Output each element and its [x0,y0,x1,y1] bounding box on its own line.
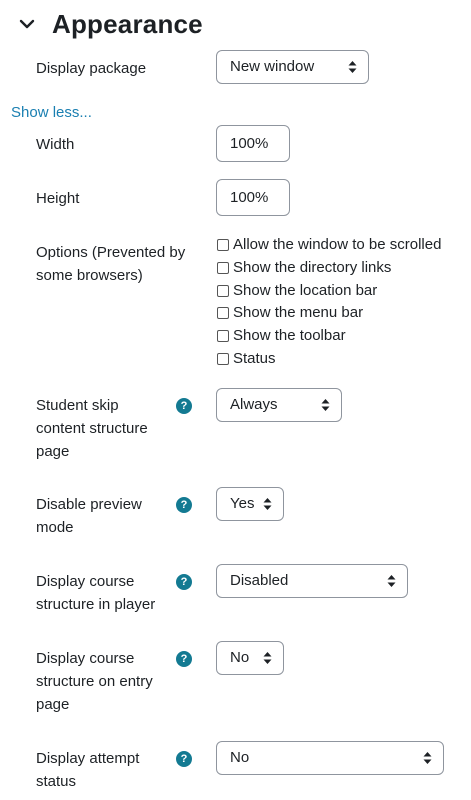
chevron-down-icon[interactable] [18,15,36,33]
course-structure-entry-label-line: Display course [36,650,135,667]
checkbox-label: Show the toolbar [233,327,346,344]
select-caret-icon [321,399,330,411]
select-caret-icon [263,652,272,664]
height-label: Height [36,190,80,207]
course-structure-entry-label: Display course structure on entry page [36,647,153,716]
skip-content-value: Always [230,396,278,413]
select-caret-icon [423,752,432,764]
checkbox-menu-bar[interactable]: Show the menu bar [217,302,363,324]
attempt-status-label-line: Display attempt [36,750,140,767]
course-structure-player-label-line: structure in player [36,596,156,613]
help-icon[interactable]: ? [176,574,192,590]
disable-preview-value: Yes [230,495,255,512]
select-caret-icon [348,61,357,73]
checkbox-box[interactable] [217,285,229,297]
checkbox-label: Show the location bar [233,282,378,299]
course-structure-entry-label-line: page [36,696,70,713]
checkbox-box[interactable] [217,262,229,274]
section-title: Appearance [52,8,203,39]
course-structure-player-label: Display course structure in player [36,570,155,616]
skip-content-label: Student skip content structure page [36,394,148,463]
width-input[interactable]: 100% [216,125,290,162]
show-less-link[interactable]: Show less... [11,104,92,121]
skip-content-label-line: content structure [36,420,148,437]
course-structure-entry-label-line: structure on entry [36,673,153,690]
options-label: Options (Prevented by some browsers) [36,241,185,287]
select-caret-icon [263,498,272,510]
attempt-status-select[interactable]: No [216,741,444,775]
course-structure-player-value: Disabled [230,572,289,589]
settings-page: Appearance Display package New window Sh… [0,0,471,800]
skip-content-select[interactable]: Always [216,388,342,422]
section-header-appearance[interactable]: Appearance [18,6,203,42]
course-structure-player-select[interactable]: Disabled [216,564,408,598]
course-structure-player-label-line: Display course [36,573,135,590]
width-label: Width [36,136,75,153]
help-icon[interactable]: ? [176,651,192,667]
attempt-status-label-line: status [36,773,77,790]
checkbox-label: Allow the window to be scrolled [233,236,442,253]
skip-content-label-line: page [36,443,70,460]
height-input[interactable]: 100% [216,179,290,216]
display-package-value: New window [230,58,315,75]
checkbox-label: Show the menu bar [233,304,364,321]
checkbox-label: Show the directory links [233,259,392,276]
checkbox-box[interactable] [217,330,229,342]
course-structure-entry-select[interactable]: No [216,641,284,675]
checkbox-status[interactable]: Status [217,348,276,370]
skip-content-label-line: Student skip [36,397,119,414]
display-package-select[interactable]: New window [216,50,369,84]
disable-preview-label-line: Disable preview [36,496,142,513]
checkbox-directory-links[interactable]: Show the directory links [217,257,391,279]
checkbox-label: Status [233,350,276,367]
options-label-line: some browsers) [36,267,143,284]
checkbox-box[interactable] [217,239,229,251]
checkbox-box[interactable] [217,307,229,319]
disable-preview-label-line: mode [36,519,74,536]
disable-preview-label: Disable preview mode [36,493,142,539]
help-icon[interactable]: ? [176,751,192,767]
options-label-line: Options (Prevented by [36,244,186,261]
checkbox-toolbar[interactable]: Show the toolbar [217,325,346,347]
course-structure-entry-value: No [230,649,250,666]
attempt-status-value: No [230,749,250,766]
help-icon[interactable]: ? [176,497,192,513]
disable-preview-select[interactable]: Yes [216,487,284,521]
select-caret-icon [387,575,396,587]
attempt-status-label: Display attempt status [36,747,139,793]
checkbox-location-bar[interactable]: Show the location bar [217,280,377,302]
help-icon[interactable]: ? [176,398,192,414]
checkbox-box[interactable] [217,353,229,365]
checkbox-allow-scroll[interactable]: Allow the window to be scrolled [217,234,441,256]
display-package-label: Display package [36,60,147,77]
